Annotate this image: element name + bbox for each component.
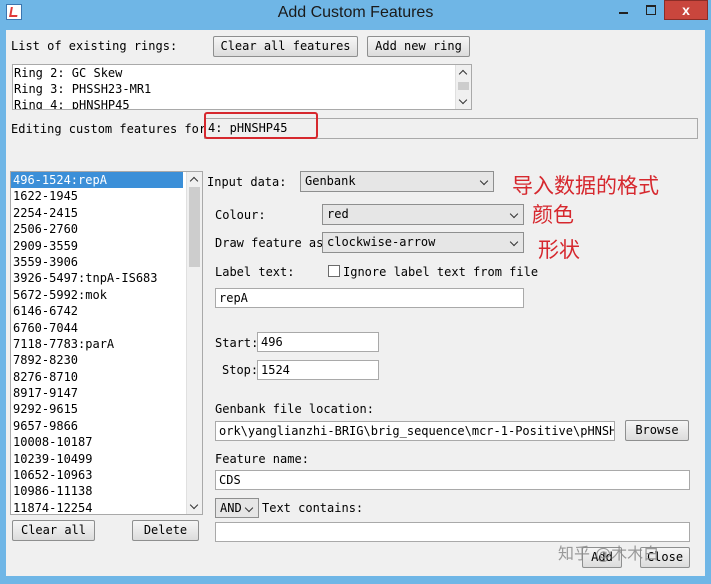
feature-list-item[interactable]: 3559-3906 (11, 254, 202, 270)
input-data-select[interactable]: Genbank (300, 171, 494, 192)
feature-name-input[interactable]: CDS (215, 470, 690, 490)
annotation-colour: 颜色 (532, 203, 574, 227)
logic-select[interactable]: AND (215, 498, 259, 518)
feature-list-item[interactable]: 2506-2760 (11, 221, 202, 237)
add-new-ring-button[interactable]: Add new ring (367, 36, 470, 57)
ignore-label-checkbox[interactable] (328, 265, 340, 277)
clear-all-features-button[interactable]: Clear all features (213, 36, 358, 57)
feature-list-item[interactable]: 5672-5992:mok (11, 287, 202, 303)
scroll-up-icon[interactable] (456, 65, 471, 79)
label-text-label: Label text: (215, 265, 295, 279)
draw-feature-label: Draw feature as: (215, 236, 331, 250)
feature-list-item[interactable]: 7892-8230 (11, 352, 202, 368)
scroll-down-icon[interactable] (456, 95, 471, 109)
start-label: Start: (215, 336, 259, 350)
input-data-value: Genbank (305, 174, 356, 188)
ring-list-item[interactable]: Ring 2: GC Skew (13, 65, 471, 81)
feature-list-item[interactable]: 6146-6742 (11, 303, 202, 319)
feature-list-item[interactable]: 9657-9866 (11, 418, 202, 434)
feature-list-item[interactable]: 2254-2415 (11, 205, 202, 221)
feature-list-item[interactable]: 8276-8710 (11, 369, 202, 385)
features-list[interactable]: 496-1524:repA 1622-1945 2254-2415 2506-2… (10, 171, 203, 515)
scroll-thumb[interactable] (458, 82, 469, 90)
rings-list-label: List of existing rings: (11, 39, 178, 53)
scroll-up-icon[interactable] (187, 172, 202, 186)
feature-list-item[interactable]: 11874-12254 (11, 500, 202, 514)
feature-list-item[interactable]: 2909-3559 (11, 238, 202, 254)
rings-list[interactable]: Ring 2: GC Skew Ring 3: PHSSH23-MR1 Ring… (12, 64, 472, 110)
feature-list-item[interactable]: 496-1524:repA (11, 172, 183, 189)
text-contains-label: Text contains: (262, 501, 364, 515)
label-text-input[interactable]: repA (215, 288, 524, 308)
clear-all-button[interactable]: Clear all (12, 520, 95, 541)
genbank-path-input[interactable]: ork\yanglianzhi-BRIG\brig_sequence\mcr-1… (215, 421, 615, 441)
feature-list-item[interactable]: 8917-9147 (11, 385, 202, 401)
feature-list-item[interactable]: 10652-10963 (11, 467, 202, 483)
colour-select[interactable]: red (322, 204, 524, 225)
feature-list-item[interactable]: 9292-9615 (11, 401, 202, 417)
feature-list-item[interactable]: 1622-1945 (11, 188, 202, 204)
feature-list-item[interactable]: 3926-5497:tnpA-IS683 (11, 270, 202, 286)
input-data-label: Input data: (207, 175, 287, 189)
window-title: Add Custom Features (277, 4, 434, 21)
delete-button[interactable]: Delete (132, 520, 199, 541)
minimize-button[interactable] (610, 0, 636, 20)
colour-value: red (327, 207, 349, 221)
chevron-down-icon (243, 501, 255, 515)
annotation-shape: 形状 (538, 238, 580, 262)
colour-label: Colour: (215, 208, 266, 222)
annotation-input-format: 导入数据的格式 (512, 174, 659, 198)
genbank-location-label: Genbank file location: (215, 402, 374, 416)
text-contains-input[interactable] (215, 522, 690, 542)
ring-list-item[interactable]: Ring 3: PHSSH23-MR1 (13, 81, 471, 97)
highlight-box (204, 112, 318, 139)
chevron-down-icon (508, 235, 520, 249)
feature-list-item[interactable]: 7118-7783:parA (11, 336, 202, 352)
start-input[interactable]: 496 (257, 332, 379, 352)
draw-feature-select[interactable]: clockwise-arrow (322, 232, 524, 253)
browse-button[interactable]: Browse (625, 420, 689, 441)
feature-list-item[interactable]: 10986-11138 (11, 483, 202, 499)
chevron-down-icon (478, 174, 490, 188)
title-bar[interactable]: Add Custom Features x (0, 0, 711, 26)
draw-feature-value: clockwise-arrow (327, 235, 436, 249)
scroll-thumb[interactable] (189, 187, 200, 267)
rings-scrollbar[interactable] (455, 65, 471, 109)
logic-value: AND (220, 501, 242, 515)
ring-list-item[interactable]: Ring 4: pHNSHP45 (13, 97, 471, 109)
maximize-button[interactable] (637, 0, 663, 20)
feature-list-item[interactable]: 6760-7044 (11, 320, 202, 336)
watermark: 知乎 @木木白 (558, 544, 660, 563)
dialog-window: Add Custom Features x List of existing r… (0, 0, 711, 584)
stop-input[interactable]: 1524 (257, 360, 379, 380)
features-scrollbar[interactable] (186, 172, 202, 514)
close-window-button[interactable]: x (664, 0, 708, 20)
chevron-down-icon (508, 207, 520, 221)
feature-name-label: Feature name: (215, 452, 309, 466)
ignore-label-text: Ignore label text from file (343, 265, 539, 279)
close-icon: x (682, 2, 690, 18)
feature-list-item[interactable]: 10239-10499 (11, 451, 202, 467)
scroll-down-icon[interactable] (187, 500, 202, 514)
editing-label: Editing custom features for: (11, 122, 214, 136)
dialog-content: List of existing rings: Clear all featur… (6, 30, 705, 576)
stop-label: Stop: (222, 363, 259, 377)
feature-list-item[interactable]: 10008-10187 (11, 434, 202, 450)
